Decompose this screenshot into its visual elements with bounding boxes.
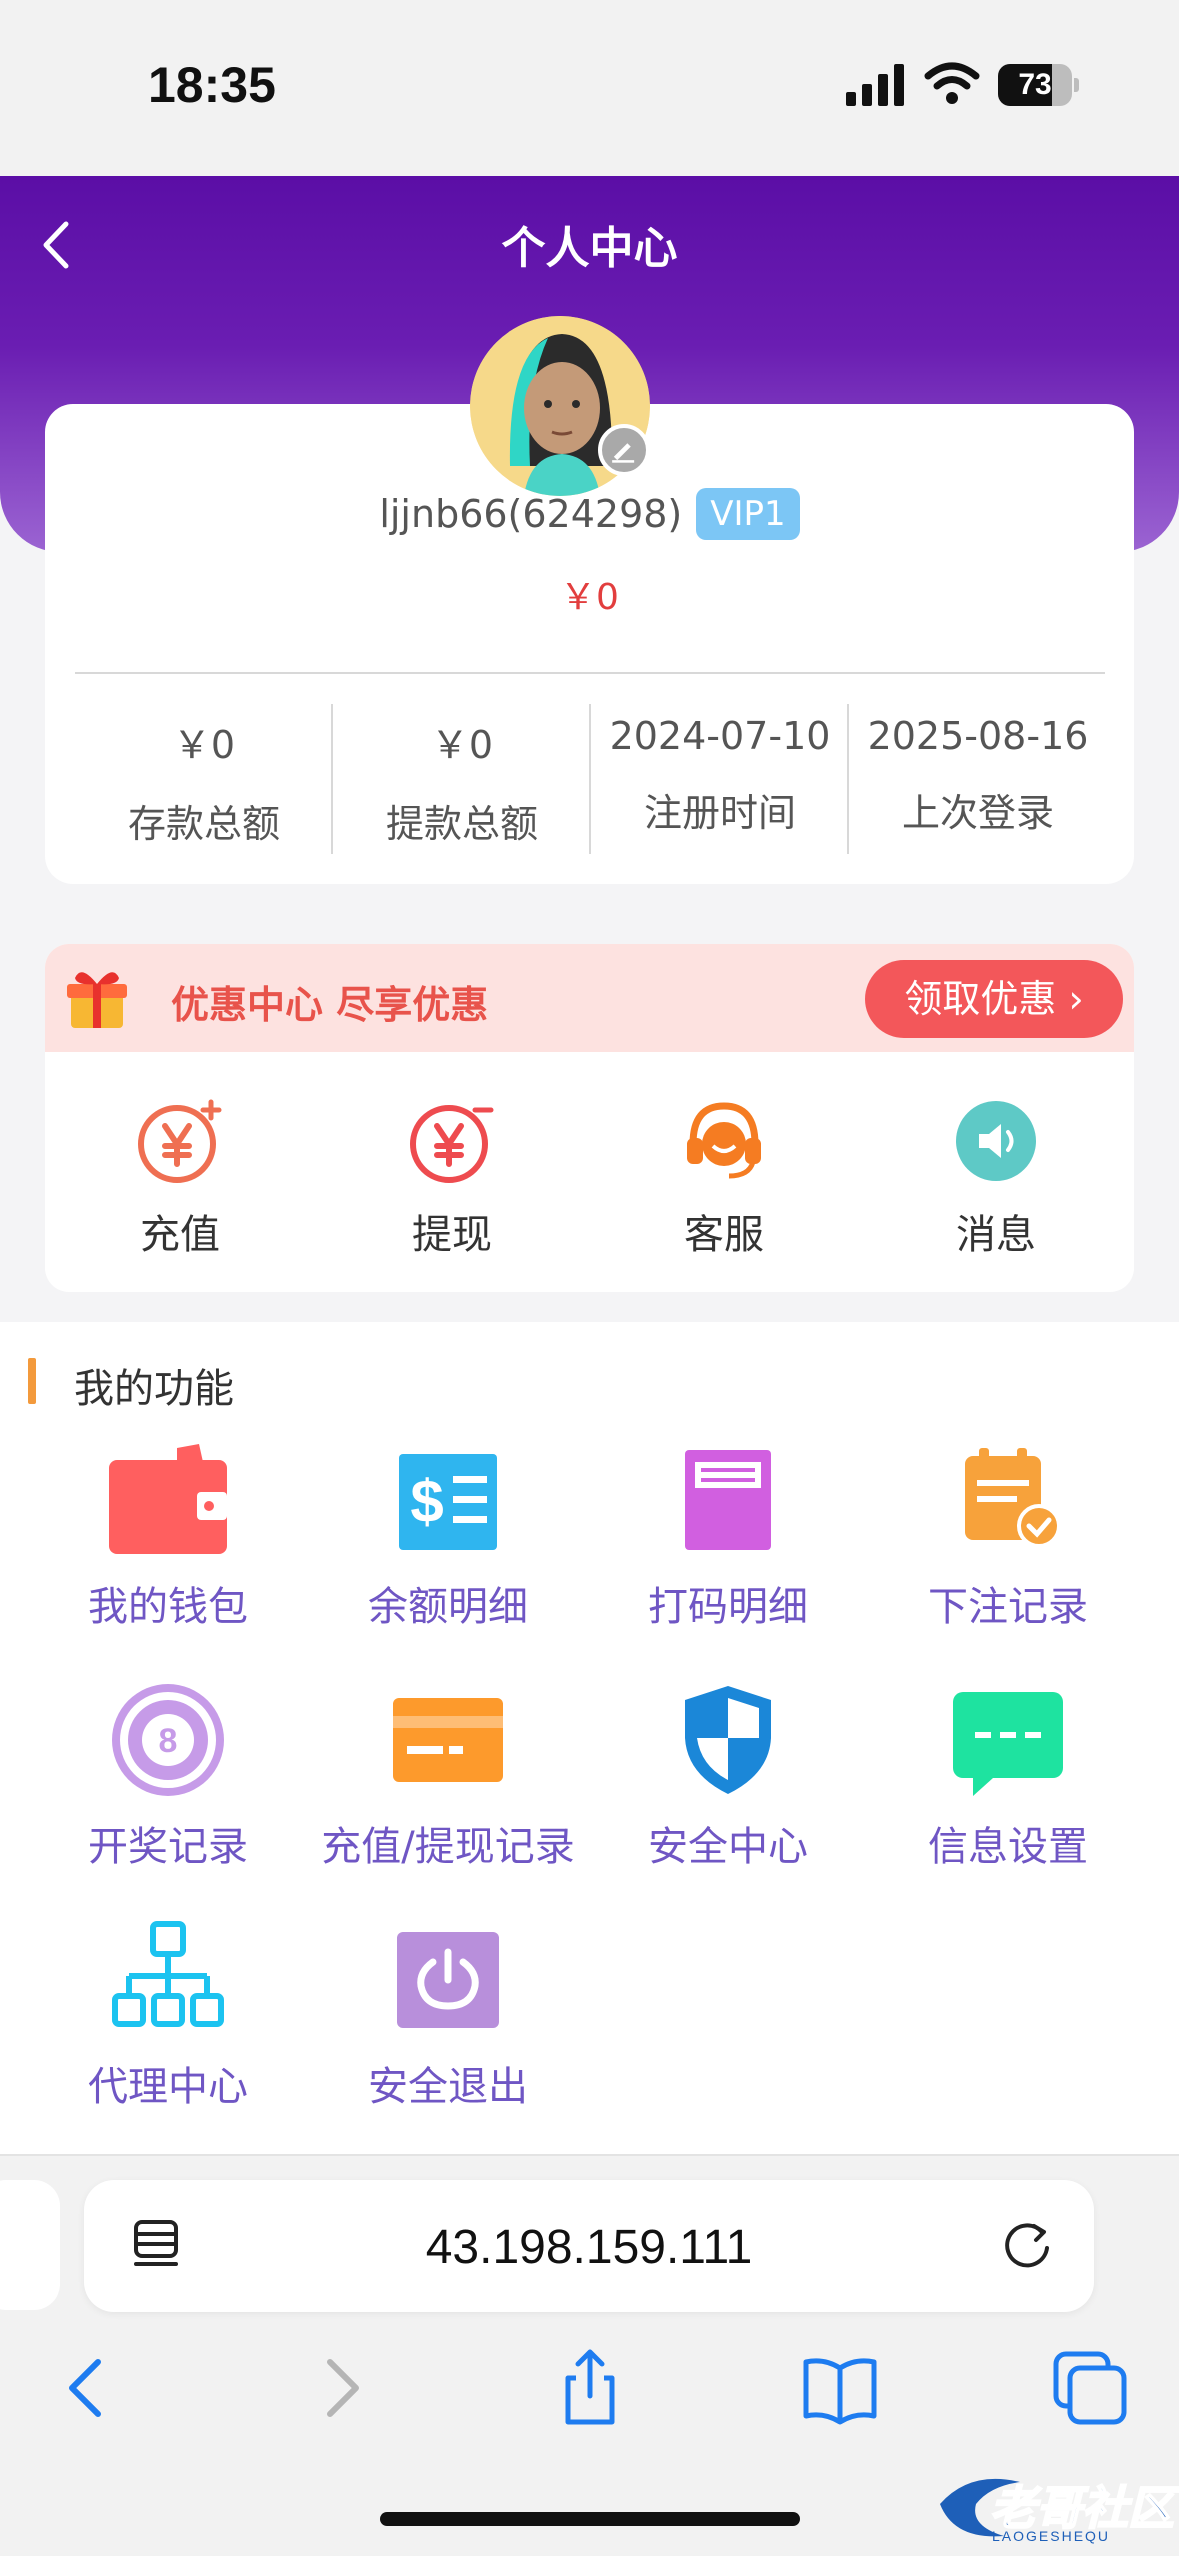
func-balance-detail[interactable]: $ 余额明细 bbox=[308, 1440, 588, 1640]
func-bet-code-detail[interactable]: 打码明细 bbox=[588, 1440, 868, 1640]
stat-label: 存款总额 bbox=[127, 802, 280, 846]
quick-action-label: 消息 bbox=[956, 1212, 1036, 1258]
stat-deposit-total: ￥0 存款总额 bbox=[75, 700, 333, 860]
func-recharge-withdraw-record[interactable]: 充值/提现记录 bbox=[308, 1680, 588, 1880]
share-icon[interactable] bbox=[548, 2346, 632, 2430]
func-label: 信息设置 bbox=[928, 1824, 1088, 1870]
org-chart-icon bbox=[112, 1921, 224, 2027]
wallet-icon bbox=[109, 1444, 227, 1554]
func-label: 下注记录 bbox=[928, 1584, 1088, 1630]
reload-icon[interactable] bbox=[996, 2214, 1058, 2276]
stat-value: 2025-08-16 bbox=[867, 714, 1089, 758]
withdraw-icon bbox=[410, 1105, 494, 1183]
recharge-icon bbox=[138, 1099, 222, 1183]
claim-offer-button[interactable]: 领取优惠 › bbox=[865, 960, 1123, 1038]
stat-label: 提款总额 bbox=[385, 802, 538, 846]
svg-text:$: $ bbox=[410, 1468, 443, 1535]
quick-action-label: 客服 bbox=[684, 1212, 764, 1258]
stat-register-date: 2024-07-10 注册时间 bbox=[591, 700, 849, 860]
lottery-ball-icon: 8 bbox=[112, 1684, 224, 1796]
page-title: 个人中心 bbox=[501, 223, 678, 274]
url-text[interactable]: 43.198.159.111 bbox=[84, 2220, 1094, 2275]
func-label: 打码明细 bbox=[648, 1584, 808, 1630]
gift-icon bbox=[67, 972, 127, 1028]
previous-tab[interactable] bbox=[0, 2180, 60, 2310]
username: ljjnb66(624298) bbox=[379, 492, 683, 536]
quick-action-withdraw[interactable]: 提现 bbox=[352, 1096, 552, 1266]
shield-icon bbox=[685, 1686, 771, 1794]
battery-icon: 73 bbox=[998, 64, 1079, 106]
tabs-icon[interactable] bbox=[1048, 2346, 1132, 2430]
status-time: 18:35 bbox=[148, 57, 276, 113]
func-security-center[interactable]: 安全中心 bbox=[588, 1680, 868, 1880]
func-info-settings[interactable]: 信息设置 bbox=[868, 1680, 1148, 1880]
quick-action-label: 提现 bbox=[412, 1212, 492, 1258]
cellular-signal-icon bbox=[846, 64, 904, 106]
func-my-wallet[interactable]: 我的钱包 bbox=[28, 1440, 308, 1640]
func-label: 代理中心 bbox=[88, 2064, 248, 2110]
bookmarks-icon[interactable] bbox=[798, 2346, 882, 2430]
func-label: 充值/提现记录 bbox=[321, 1824, 575, 1870]
func-bet-record[interactable]: 下注记录 bbox=[868, 1440, 1148, 1640]
message-icon bbox=[956, 1101, 1036, 1181]
wifi-icon bbox=[924, 62, 980, 104]
nav-forward-icon[interactable] bbox=[298, 2346, 382, 2430]
chat-icon bbox=[953, 1692, 1063, 1796]
nav-back-icon[interactable] bbox=[46, 2346, 130, 2430]
balance-detail-icon: $ bbox=[399, 1454, 497, 1550]
stat-label: 上次登录 bbox=[901, 791, 1054, 835]
func-lottery-record[interactable]: 8 开奖记录 bbox=[28, 1680, 308, 1880]
func-label: 我的钱包 bbox=[88, 1584, 248, 1630]
svg-text:8: 8 bbox=[159, 1722, 178, 1760]
func-logout[interactable]: 安全退出 bbox=[308, 1920, 588, 2120]
divider bbox=[75, 672, 1105, 674]
section-marker bbox=[28, 1358, 36, 1404]
power-icon bbox=[397, 1932, 499, 2028]
account-balance: ￥0 bbox=[560, 577, 619, 618]
func-label: 安全退出 bbox=[368, 2064, 528, 2110]
quick-action-customer-service[interactable]: 客服 bbox=[624, 1096, 824, 1266]
quick-action-message[interactable]: 消息 bbox=[896, 1096, 1096, 1266]
func-label: 开奖记录 bbox=[88, 1824, 248, 1870]
stat-withdraw-total: ￥0 提款总额 bbox=[333, 700, 591, 860]
quick-action-recharge[interactable]: 充值 bbox=[80, 1096, 280, 1266]
battery-level: 73 bbox=[1018, 68, 1052, 101]
username-row: ljjnb66(624298) VIP1 bbox=[0, 488, 1179, 540]
stat-label: 注册时间 bbox=[643, 791, 796, 835]
quick-action-label: 充值 bbox=[140, 1212, 220, 1258]
stat-value: ￥0 bbox=[172, 723, 236, 767]
home-indicator bbox=[380, 2512, 800, 2526]
stat-value: 2024-07-10 bbox=[609, 714, 831, 758]
stat-last-login: 2025-08-16 上次登录 bbox=[849, 700, 1107, 860]
bet-code-detail-icon bbox=[685, 1450, 771, 1550]
promo-banner: 优惠中心 尽享优惠 领取优惠 › bbox=[45, 944, 1134, 1052]
card-icon bbox=[393, 1698, 503, 1782]
edit-avatar-icon[interactable] bbox=[598, 424, 650, 476]
bet-record-icon bbox=[965, 1448, 1061, 1548]
promo-text: 优惠中心 尽享优惠 bbox=[171, 983, 489, 1027]
stat-value: ￥0 bbox=[430, 723, 494, 767]
section-title: 我的功能 bbox=[74, 1366, 234, 1412]
watermark-subtext: LAOGESHEQU bbox=[992, 2528, 1111, 2544]
vip-badge: VIP1 bbox=[696, 488, 800, 540]
func-label: 安全中心 bbox=[648, 1824, 808, 1870]
func-agent-center[interactable]: 代理中心 bbox=[28, 1920, 308, 2120]
customer-service-icon bbox=[687, 1102, 761, 1179]
func-label: 余额明细 bbox=[368, 1584, 528, 1630]
